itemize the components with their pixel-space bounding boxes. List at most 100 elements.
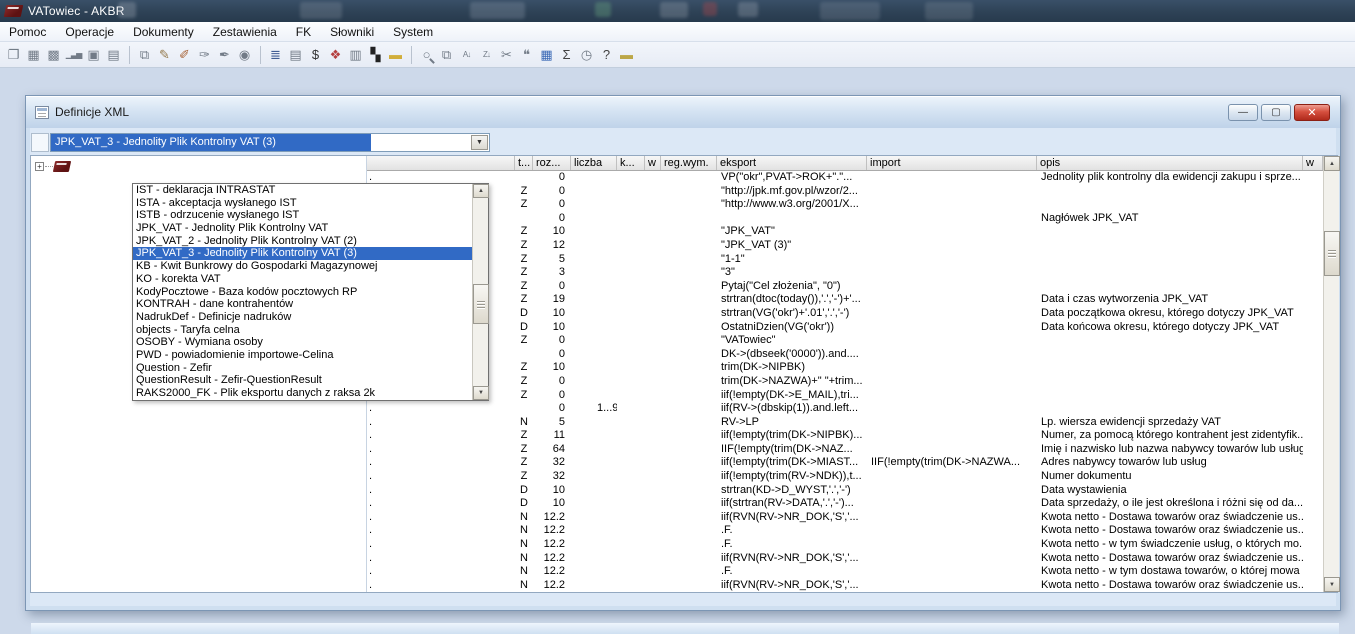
column-header[interactable]: liczba bbox=[571, 156, 617, 170]
column-header[interactable]: w bbox=[1303, 156, 1323, 170]
calculator-icon[interactable]: ▦ bbox=[537, 45, 556, 65]
table-view-icon[interactable]: ▤ bbox=[286, 45, 305, 65]
print-icon[interactable]: ❐ bbox=[4, 45, 23, 65]
column-header[interactable]: opis bbox=[1037, 156, 1303, 170]
dropdown-item[interactable]: ISTA - akceptacja wysłanego IST bbox=[133, 197, 472, 210]
table-row[interactable]: .Z10trim(DK->NIPBK) bbox=[367, 361, 1323, 375]
sign2-icon[interactable]: ✒ bbox=[215, 45, 234, 65]
table-row[interactable]: .Z0"http://www.w3.org/2001/X... bbox=[367, 198, 1323, 212]
menu-system[interactable]: System bbox=[393, 25, 433, 39]
copy-icon[interactable]: ⧉ bbox=[135, 45, 154, 65]
menu-sowniki[interactable]: Słowniki bbox=[330, 25, 374, 39]
folder-edit-icon[interactable]: ✎ bbox=[155, 45, 174, 65]
chevron-down-icon[interactable]: ▼ bbox=[471, 135, 488, 150]
dropdown-scrollbar[interactable]: ▲ ▼ bbox=[472, 184, 488, 400]
table-row[interactable]: .0Nagłówek JPK_VAT bbox=[367, 212, 1323, 226]
numbered-list-icon[interactable]: ≣ bbox=[266, 45, 285, 65]
document-icon[interactable]: ▤ bbox=[104, 45, 123, 65]
table-row[interactable]: .N12.2.F.Kwota netto - w tym dostawa tow… bbox=[367, 565, 1323, 579]
comment-icon[interactable]: ❝ bbox=[517, 45, 536, 65]
maximize-button[interactable]: ▢ bbox=[1261, 104, 1291, 121]
menu-fk[interactable]: FK bbox=[296, 25, 311, 39]
tree-node[interactable]: + bbox=[35, 161, 70, 172]
menu-pomoc[interactable]: Pomoc bbox=[9, 25, 46, 39]
cut-icon[interactable]: ✂ bbox=[497, 45, 516, 65]
folder-open-icon[interactable]: ✐ bbox=[175, 45, 194, 65]
dropdown-item[interactable]: KO - korekta VAT bbox=[133, 273, 472, 286]
minimize-button[interactable]: — bbox=[1228, 104, 1258, 121]
table-row[interactable]: .Z32iif(!empty(trim(RV->NDK)),t...Numer … bbox=[367, 470, 1323, 484]
table-row[interactable]: .N12.2iif(RVN(RV->NR_DOK,'S','...Kwota n… bbox=[367, 511, 1323, 525]
table-row[interactable]: .Z10"JPK_VAT" bbox=[367, 225, 1323, 239]
sort-desc-icon[interactable]: Z↓ bbox=[477, 45, 496, 65]
table-row[interactable]: .Z0"http://jpk.mf.gov.pl/wzor/2... bbox=[367, 185, 1323, 199]
table-row[interactable]: .Z0Pytaj("Cel złożenia", "0") bbox=[367, 280, 1323, 294]
menu-zestawienia[interactable]: Zestawienia bbox=[213, 25, 277, 39]
dropdown-item[interactable]: KONTRAH - dane kontrahentów bbox=[133, 298, 472, 311]
scrollbar-thumb[interactable] bbox=[473, 284, 489, 324]
modules-icon[interactable]: ▚ bbox=[366, 45, 385, 65]
help-icon[interactable]: ? bbox=[597, 45, 616, 65]
dropdown-item[interactable]: JPK_VAT - Jednolity Plik Kontrolny VAT bbox=[133, 222, 472, 235]
column-header[interactable]: t... bbox=[515, 156, 533, 170]
dropdown-item[interactable]: JPK_VAT_2 - Jednolity Plik Kontrolny VAT… bbox=[133, 235, 472, 248]
sort-asc-icon[interactable]: A↓ bbox=[457, 45, 476, 65]
dropdown-item[interactable]: RAKS2000_FK - Plik eksportu danych z rak… bbox=[133, 387, 472, 400]
lock-icon[interactable]: ▣ bbox=[84, 45, 103, 65]
dropdown-item[interactable]: KodyPocztowe - Baza kodów pocztowych RP bbox=[133, 286, 472, 299]
table-row[interactable]: .N12.2.F.Kwota netto - w tym świadczenie… bbox=[367, 538, 1323, 552]
table-row[interactable]: .Z0iif(!empty(DK->E_MAIL),tri... bbox=[367, 389, 1323, 403]
table-row[interactable]: .Z3"3" bbox=[367, 266, 1323, 280]
menu-dokumenty[interactable]: Dokumenty bbox=[133, 25, 194, 39]
bar-chart-icon[interactable]: ▁▃▅ bbox=[64, 45, 83, 65]
dropdown-item[interactable]: QuestionResult - Zefir-QuestionResult bbox=[133, 374, 472, 387]
table-row[interactable]: .N5RV->LPLp. wiersza ewidencji sprzedaży… bbox=[367, 416, 1323, 430]
dropdown-item[interactable]: Question - Zefir bbox=[133, 362, 472, 375]
table-row[interactable]: .0VP("okr",PVAT->ROK+"."...Jednolity pli… bbox=[367, 171, 1323, 185]
table-row[interactable]: .Z0"VATowiec" bbox=[367, 334, 1323, 348]
dropdown-item[interactable]: NadrukDef - Definicje nadruków bbox=[133, 311, 472, 324]
dropdown-item[interactable]: KB - Kwit Bunkrowy do Gospodarki Magazyn… bbox=[133, 260, 472, 273]
grid-vertical-scrollbar[interactable]: ▲ ▼ bbox=[1323, 156, 1339, 592]
eraser-icon[interactable]: ▬ bbox=[386, 45, 405, 65]
table-row[interactable]: .D10iif(strtran(RV->DATA,'.','-')...Data… bbox=[367, 497, 1323, 511]
sign-icon[interactable]: ✑ bbox=[195, 45, 214, 65]
table-row[interactable]: .Z12"JPK_VAT (3)" bbox=[367, 239, 1323, 253]
scroll-down-icon[interactable]: ▼ bbox=[473, 386, 489, 400]
dialog-titlebar[interactable]: Definicje XML — ▢ ✕ bbox=[26, 96, 1340, 128]
app-titlebar[interactable]: VATowiec - AKBR bbox=[0, 0, 1355, 22]
sum-icon[interactable]: Σ bbox=[557, 45, 576, 65]
dropdown-item[interactable]: IST - deklaracja INTRASTAT bbox=[133, 184, 472, 197]
table-row[interactable]: .D10strtran(VG('okr')+'.01','.','-')Data… bbox=[367, 307, 1323, 321]
column-header[interactable]: eksport bbox=[717, 156, 867, 170]
dropdown-item[interactable]: JPK_VAT_3 - Jednolity Plik Kontrolny VAT… bbox=[133, 247, 472, 260]
scroll-up-icon[interactable]: ▲ bbox=[473, 184, 489, 198]
scroll-up-icon[interactable]: ▲ bbox=[1324, 156, 1340, 171]
definition-combobox[interactable]: JPK_VAT_3 - Jednolity Plik Kontrolny VAT… bbox=[50, 133, 490, 152]
paste-icon[interactable]: ⧉ bbox=[437, 45, 456, 65]
chart-colored-icon[interactable]: ❖ bbox=[326, 45, 345, 65]
dropdown-item[interactable]: OSOBY - Wymiana osoby bbox=[133, 336, 472, 349]
table-row[interactable]: .Z11iif(!empty(trim(DK->NIPBK)...Numer, … bbox=[367, 429, 1323, 443]
dropdown-item[interactable]: ISTB - odrzucenie wysłanego IST bbox=[133, 209, 472, 222]
table-row[interactable]: .N12.2.F.Kwota netto - Dostawa towarów o… bbox=[367, 524, 1323, 538]
table-row[interactable]: .Z64IIF(!empty(trim(DK->NAZ...Imię i naz… bbox=[367, 443, 1323, 457]
table-row[interactable]: .D10strtran(KD->D_WYST,'.','-')Data wyst… bbox=[367, 484, 1323, 498]
table-grid-icon[interactable]: ▦ bbox=[24, 45, 43, 65]
column-header[interactable]: reg.wym. bbox=[661, 156, 717, 170]
column-header[interactable]: k... bbox=[617, 156, 645, 170]
report-icon[interactable]: ▥ bbox=[346, 45, 365, 65]
scrollbar-thumb[interactable] bbox=[1324, 231, 1340, 276]
table-row[interactable]: .Z5"1-1" bbox=[367, 253, 1323, 267]
column-header[interactable]: w bbox=[645, 156, 661, 170]
card-icon[interactable]: ▬ bbox=[617, 45, 636, 65]
dropdown-item[interactable]: PWD - powiadomienie importowe-Celina bbox=[133, 349, 472, 362]
table-row[interactable]: .N12.2iif(RVN(RV->NR_DOK,'S','...Kwota n… bbox=[367, 552, 1323, 566]
search-icon[interactable]: ○ bbox=[417, 45, 436, 65]
table-row[interactable]: .N12.2iif(RVN(RV->NR_DOK,'S','...Kwota n… bbox=[367, 579, 1323, 592]
combo-prefix-box[interactable] bbox=[31, 133, 49, 152]
column-header[interactable]: import bbox=[867, 156, 1037, 170]
scroll-down-icon[interactable]: ▼ bbox=[1324, 577, 1340, 592]
column-header[interactable] bbox=[367, 156, 515, 170]
column-header[interactable]: roz... bbox=[533, 156, 571, 170]
